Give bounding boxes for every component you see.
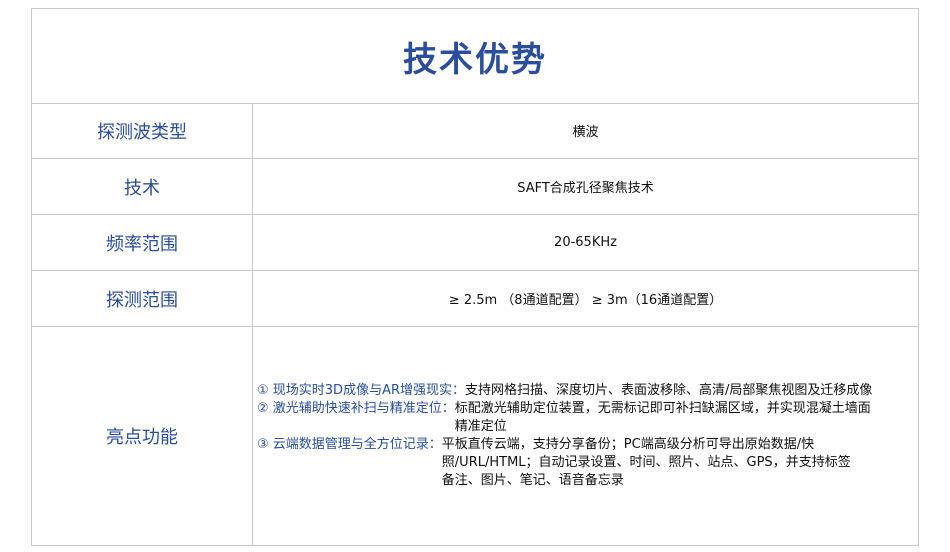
feature-text: 支持网格扫描、深度切片、表面波移除、高清/局部聚焦视图及迁移成像: [465, 383, 873, 398]
features-row: 亮点功能 ① 现场实时3D成像与AR增强现实： 支持网格扫描、深度切片、表面波移…: [32, 327, 918, 545]
feature-item: ③ 云端数据管理与全方位记录： 平板直传云端，支持分享备份；PC端高级分析可导出…: [257, 436, 918, 490]
row-value: 20-65KHz: [554, 235, 617, 250]
feature-item: ② 激光辅助快速补扫与精准定位： 标配激光辅助定位装置，无需标记即可补扫缺漏区域…: [257, 400, 918, 436]
table-row: 探测波类型 横波: [32, 103, 918, 159]
row-label: 技术: [32, 159, 253, 214]
features-list: ① 现场实时3D成像与AR增强现实： 支持网格扫描、深度切片、表面波移除、高清/…: [253, 327, 918, 545]
advantages-table: 技术优势 探测波类型 横波 技术 SAFT合成孔径聚焦技术 频率范围 20-65…: [31, 8, 919, 546]
page-title: 技术优势: [403, 39, 547, 80]
table-row: 探测范围 ≥ 2.5m （8通道配置） ≥ 3m（16通道配置）: [32, 271, 918, 327]
title-row: 技术优势: [32, 9, 918, 104]
feature-text: 标配激光辅助定位装置，无需标记即可补扫缺漏区域，并实现混凝土墙面精准定位: [454, 401, 871, 434]
row-label: 探测波类型: [32, 103, 253, 158]
row-label: 探测范围: [32, 271, 253, 326]
table-row: 技术 SAFT合成孔径聚焦技术: [32, 159, 918, 215]
table-row: 频率范围 20-65KHz: [32, 215, 918, 271]
feature-heading: ③ 云端数据管理与全方位记录：: [257, 437, 442, 452]
features-label: 亮点功能: [32, 327, 253, 545]
row-value: 横波: [572, 125, 599, 140]
row-label: 频率范围: [32, 215, 253, 270]
row-value: ≥ 2.5m （8通道配置） ≥ 3m（16通道配置）: [448, 293, 723, 308]
feature-text: 平板直传云端，支持分享备份；PC端高级分析可导出原始数据/快照/URL/HTML…: [441, 437, 851, 488]
row-value: SAFT合成孔径聚焦技术: [517, 181, 654, 196]
feature-heading: ① 现场实时3D成像与AR增强现实：: [257, 383, 465, 398]
feature-item: ① 现场实时3D成像与AR增强现实： 支持网格扫描、深度切片、表面波移除、高清/…: [257, 382, 918, 400]
feature-heading: ② 激光辅助快速补扫与精准定位：: [257, 401, 455, 416]
